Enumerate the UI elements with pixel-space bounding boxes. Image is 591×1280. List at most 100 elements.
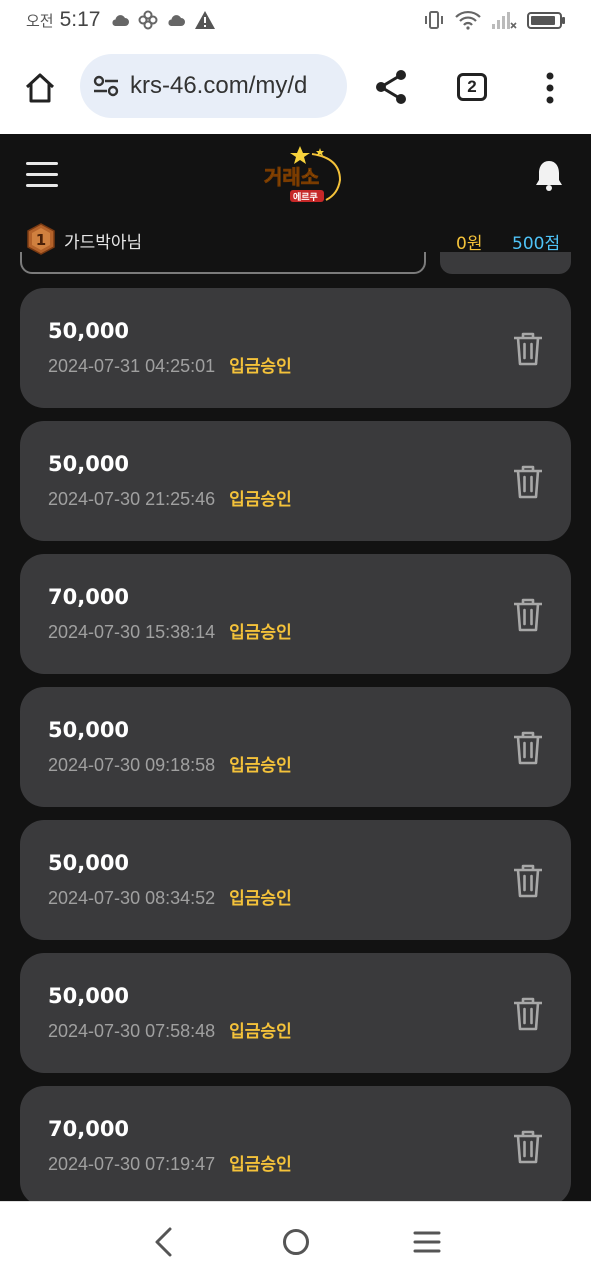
- nav-recents-button[interactable]: [412, 1230, 442, 1254]
- delete-button[interactable]: [510, 729, 546, 767]
- delete-button[interactable]: [510, 862, 546, 900]
- transaction-date: 2024-07-31 04:25:01: [48, 356, 216, 376]
- transaction-date: 2024-07-30 07:58:48: [48, 1021, 216, 1041]
- transaction-status: 입금승인: [229, 756, 292, 776]
- transaction-date: 2024-07-30 15:38:14: [48, 622, 216, 642]
- transaction-amount: 50,000: [48, 452, 130, 476]
- logo-image: 거래소 에르쿠: [264, 146, 342, 203]
- battery-icon: [527, 12, 565, 29]
- transaction-card[interactable]: 50,000 2024-07-30 09:18:58 입금승인: [20, 687, 571, 807]
- transaction-card[interactable]: 50,000 2024-07-31 04:25:01 입금승인: [20, 288, 571, 408]
- transaction-amount: 70,000: [48, 1117, 130, 1141]
- transaction-list: 50,000 2024-07-31 04:25:01 입금승인 50,000 2024-…: [20, 288, 571, 1201]
- delete-button[interactable]: [510, 330, 546, 368]
- status-icons-left: [110, 10, 216, 30]
- share-button[interactable]: [372, 68, 410, 106]
- browser-menu-button[interactable]: [540, 68, 560, 108]
- signal-icon: [492, 12, 517, 29]
- site-logo[interactable]: 거래소 에르쿠: [262, 144, 346, 208]
- delete-button[interactable]: [510, 995, 546, 1033]
- trash-icon: [514, 465, 542, 499]
- transaction-meta: 2024-07-30 09:18:58 입금승인: [48, 751, 292, 776]
- transaction-meta: 2024-07-30 08:34:52 입금승인: [48, 884, 292, 909]
- notification-button[interactable]: [532, 158, 566, 192]
- trash-icon: [514, 332, 542, 366]
- transaction-meta: 2024-07-31 04:25:01 입금승인: [48, 352, 292, 377]
- transaction-amount: 50,000: [48, 984, 130, 1008]
- trash-icon: [514, 1130, 542, 1164]
- back-icon: [155, 1227, 172, 1257]
- recents-icon: [413, 1231, 441, 1253]
- menu-line: [26, 162, 58, 165]
- svg-text:거래소: 거래소: [264, 165, 319, 189]
- app-header: 거래소 에르쿠: [0, 134, 591, 220]
- transaction-amount: 50,000: [48, 319, 130, 343]
- trash-icon: [514, 731, 542, 765]
- status-right: [423, 10, 567, 30]
- transaction-status: 입금승인: [229, 1022, 292, 1042]
- transaction-card[interactable]: 70,000 2024-07-30 07:19:47 입금승인: [20, 1086, 571, 1201]
- app-page: 거래소 에르쿠 1 가드박아님 0원 500점 50,000 2024-07-31…: [0, 134, 591, 1201]
- transaction-amount: 50,000: [48, 718, 130, 742]
- rank-number: 1: [36, 231, 46, 249]
- transaction-card[interactable]: 50,000 2024-07-30 07:58:48 입금승인: [20, 953, 571, 1073]
- money-balance: 0원: [456, 234, 483, 254]
- nav-back-button[interactable]: [150, 1226, 178, 1258]
- delete-button[interactable]: [510, 463, 546, 501]
- bell-icon: [536, 161, 562, 191]
- cloud-icon: [112, 15, 130, 26]
- transaction-amount: 50,000: [48, 851, 130, 875]
- partial-input-field[interactable]: [20, 252, 426, 274]
- transaction-amount: 70,000: [48, 585, 130, 609]
- share-icon: [376, 70, 406, 104]
- transaction-card[interactable]: 70,000 2024-07-30 15:38:14 입금승인: [20, 554, 571, 674]
- warning-icon: [195, 11, 216, 29]
- transaction-status: 입금승인: [229, 889, 292, 909]
- svg-text:에르쿠: 에르쿠: [293, 191, 318, 203]
- browser-home-button[interactable]: [20, 68, 60, 108]
- transaction-card[interactable]: 50,000 2024-07-30 08:34:52 입금승인: [20, 820, 571, 940]
- delete-button[interactable]: [510, 596, 546, 634]
- partial-button[interactable]: [440, 252, 571, 274]
- hamburger-menu-button[interactable]: [26, 162, 58, 188]
- nav-home-button[interactable]: [282, 1228, 310, 1256]
- delete-button[interactable]: [510, 1128, 546, 1166]
- site-settings-icon[interactable]: [92, 72, 120, 100]
- home-circle-icon: [283, 1229, 309, 1255]
- menu-line: [26, 184, 58, 187]
- cloud-icon: [168, 15, 186, 26]
- trash-icon: [514, 864, 542, 898]
- points-balance: 500점: [512, 234, 561, 254]
- system-nav-bar: [0, 1201, 591, 1280]
- status-ampm: 오전: [26, 11, 54, 30]
- transaction-meta: 2024-07-30 07:58:48 입금승인: [48, 1017, 292, 1042]
- status-bar: 오전 5:17: [0, 0, 591, 44]
- transaction-meta: 2024-07-30 07:19:47 입금승인: [48, 1150, 292, 1175]
- more-vert-icon: [546, 72, 554, 104]
- status-time: 5:17: [59, 8, 101, 31]
- address-bar[interactable]: krs-46.com/my/d: [80, 54, 347, 118]
- transaction-status: 입금승인: [229, 1155, 292, 1175]
- wifi-icon: [455, 10, 481, 30]
- transaction-meta: 2024-07-30 21:25:46 입금승인: [48, 485, 292, 510]
- rank-badge-icon: 1: [27, 223, 55, 255]
- menu-line: [26, 173, 58, 176]
- home-icon: [25, 73, 55, 103]
- browser-toolbar: krs-46.com/my/d 2: [0, 44, 591, 132]
- tab-switcher-button[interactable]: 2: [457, 73, 487, 101]
- trash-icon: [514, 997, 542, 1031]
- url-text: krs-46.com/my/d: [130, 72, 308, 99]
- status-left: 오전 5:17: [26, 8, 216, 32]
- transaction-status: 입금승인: [229, 623, 292, 643]
- transaction-date: 2024-07-30 21:25:46: [48, 489, 216, 509]
- pinwheel-icon: [138, 10, 158, 30]
- transaction-date: 2024-07-30 09:18:58: [48, 755, 216, 775]
- transaction-date: 2024-07-30 07:19:47: [48, 1154, 216, 1174]
- trash-icon: [514, 598, 542, 632]
- transaction-card[interactable]: 50,000 2024-07-30 21:25:46 입금승인: [20, 421, 571, 541]
- transaction-date: 2024-07-30 08:34:52: [48, 888, 216, 908]
- transaction-meta: 2024-07-30 15:38:14 입금승인: [48, 618, 292, 643]
- vibrate-icon: [425, 11, 443, 29]
- transaction-status: 입금승인: [229, 357, 292, 377]
- transaction-status: 입금승인: [229, 490, 292, 510]
